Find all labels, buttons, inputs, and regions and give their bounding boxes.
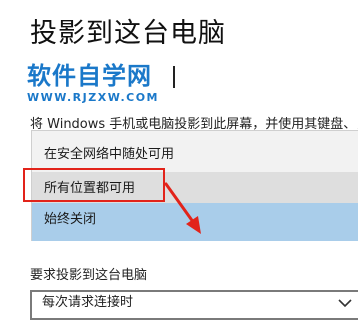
pairing-request-value: 每次请求连接时: [42, 295, 134, 310]
page-title: 投影到这台电脑: [30, 18, 226, 49]
watermark-url: WWW.RJZXW.COM: [27, 91, 159, 104]
watermark-name: 软件自学网: [27, 62, 152, 90]
chevron-down-icon: [338, 299, 352, 308]
annotation-arrow-icon: [164, 182, 201, 234]
text-cursor: [173, 66, 175, 88]
pairing-request-select[interactable]: 每次请求连接时: [30, 290, 358, 320]
site-watermark: 软件自学网 WWW.RJZXW.COM: [27, 62, 159, 104]
require-projection-label: 要求投影到这台电脑: [30, 268, 148, 283]
annotation-highlight-box: [23, 168, 165, 202]
option-secure-network[interactable]: 在安全网络中随处可用: [32, 138, 358, 172]
